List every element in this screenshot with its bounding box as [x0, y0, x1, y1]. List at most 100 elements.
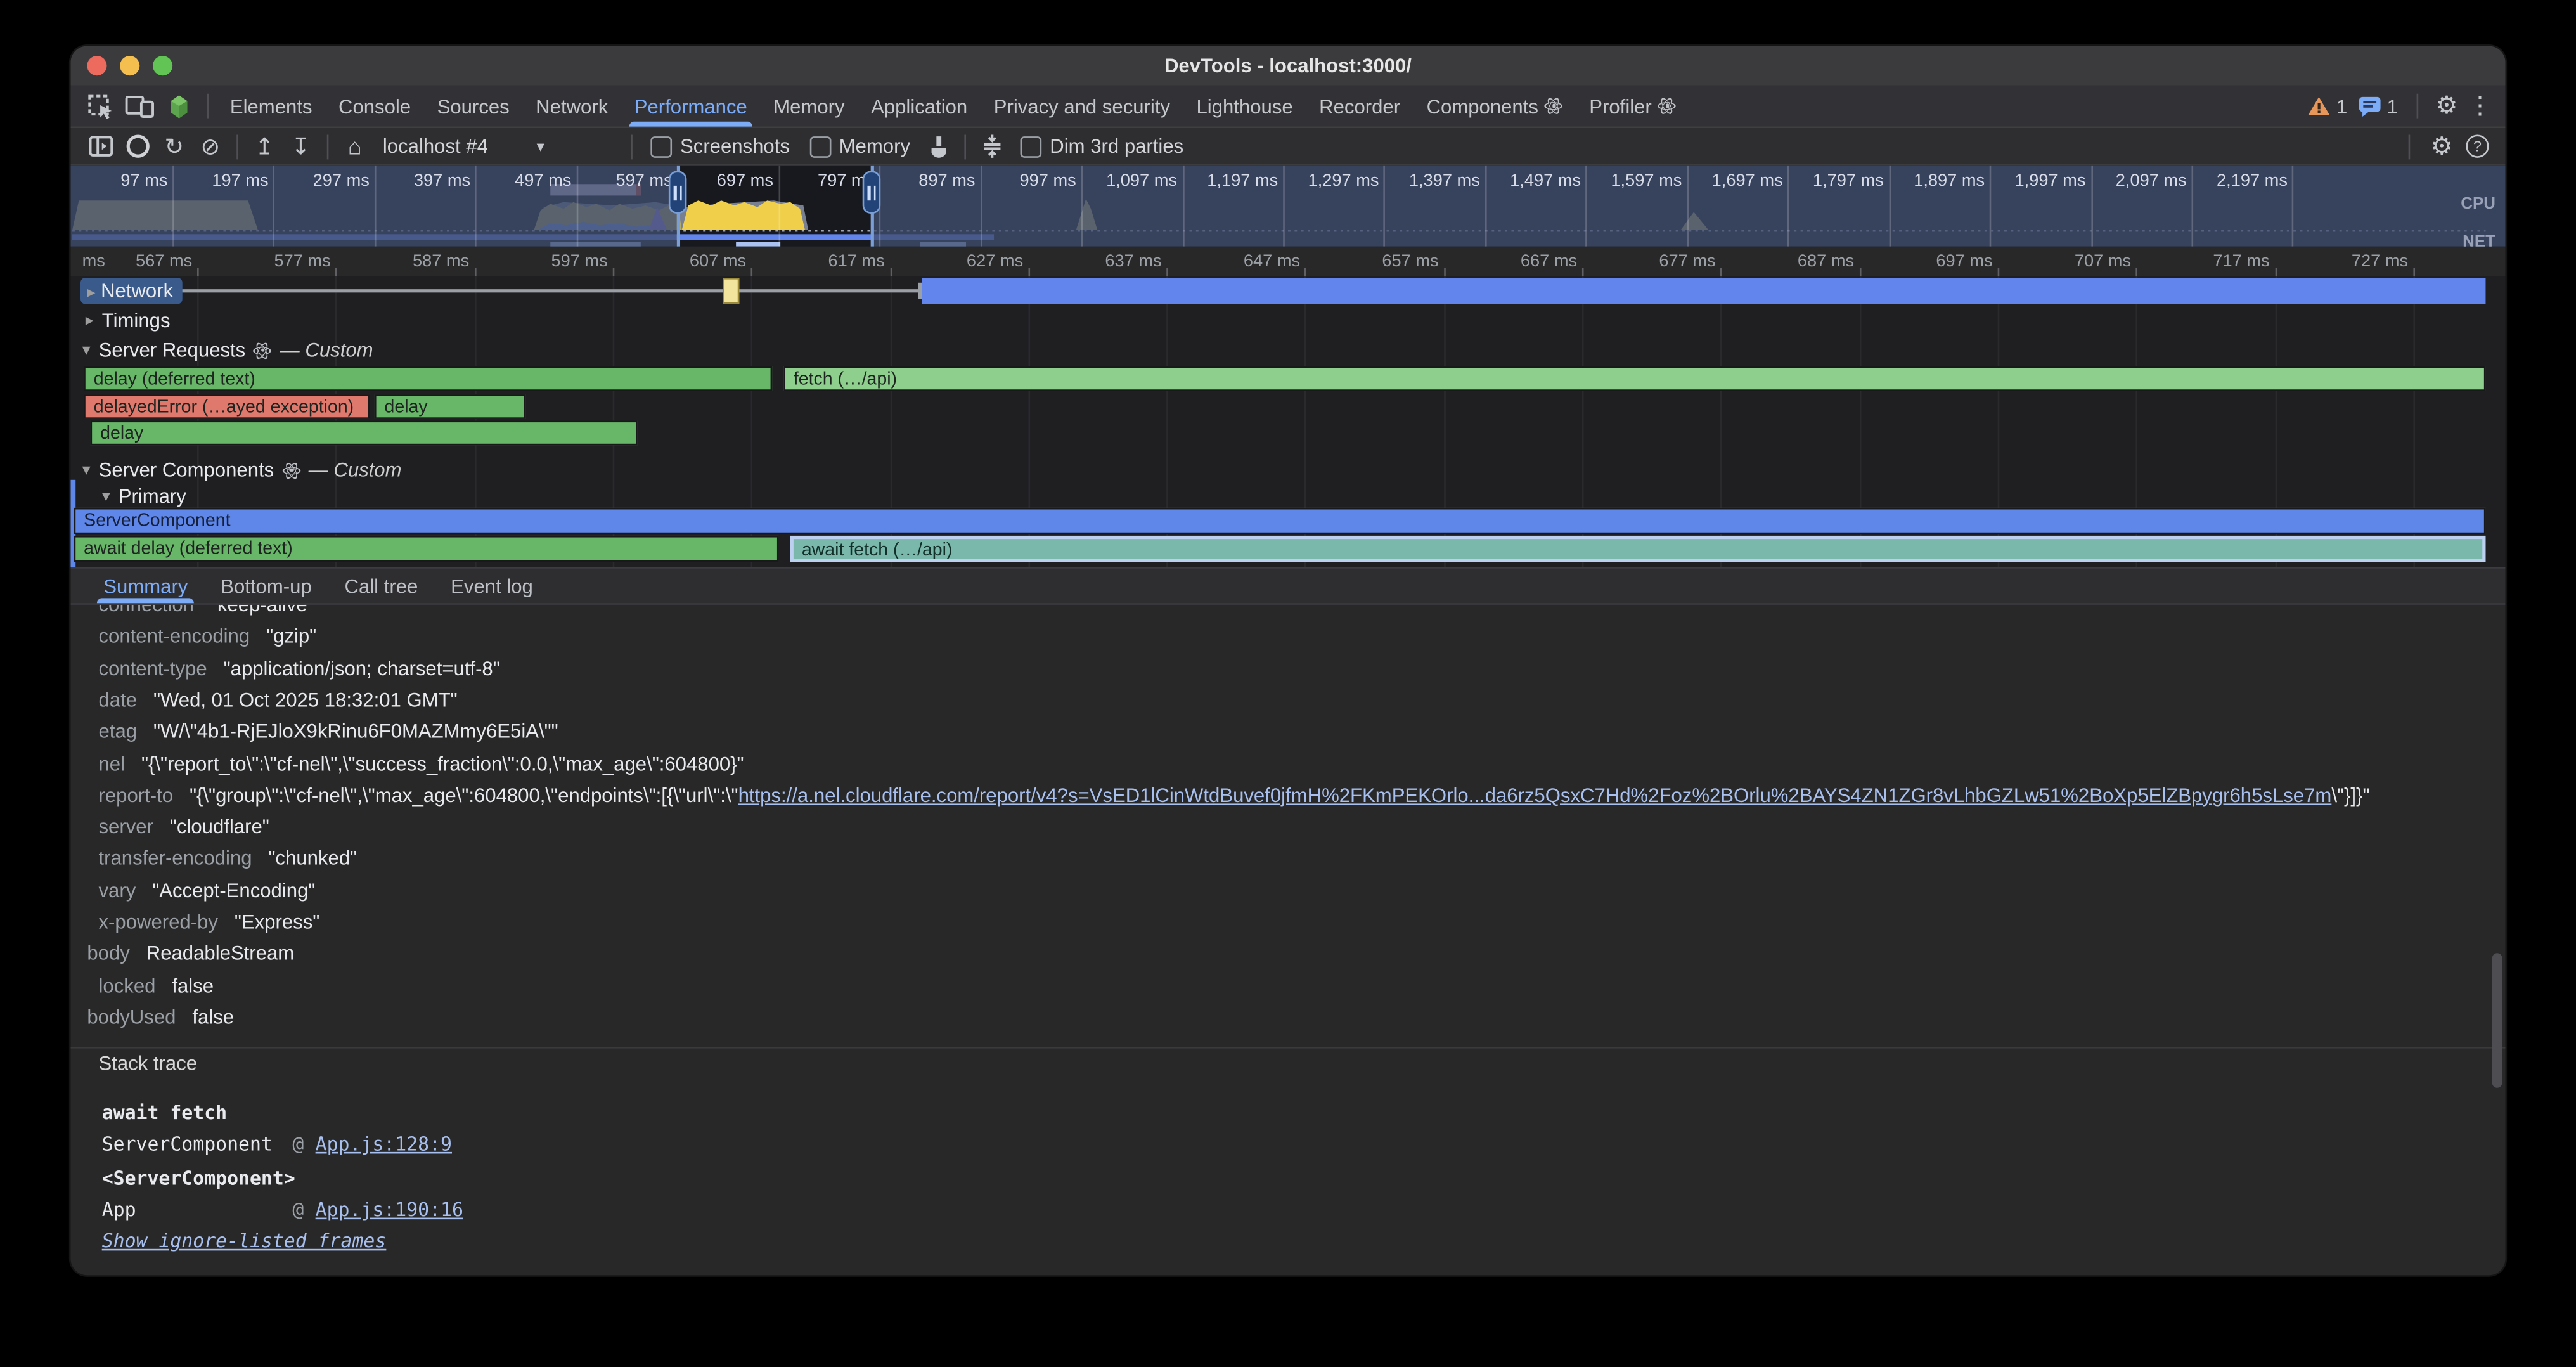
screenshots-toggle[interactable]: Screenshots: [650, 135, 790, 158]
property-key: bodyUsed: [87, 1006, 176, 1028]
network-request-bar[interactable]: [922, 278, 2485, 304]
overview-tick-label: 1,897 ms: [1893, 171, 1985, 191]
ruler-tick-mark: [1582, 268, 1584, 276]
tab-components[interactable]: Components: [1414, 86, 1576, 127]
tab-network[interactable]: Network: [522, 86, 621, 127]
ruler-tick-label: 627 ms: [928, 252, 1023, 271]
track-timings[interactable]: ▸ Timings: [86, 309, 171, 332]
reload-record-icon[interactable]: ↻: [156, 130, 192, 163]
property-row-date: date"Wed, 01 Oct 2025 18:32:01 GMT": [99, 685, 458, 716]
clear-icon[interactable]: ⊘: [192, 130, 228, 163]
warnings-badge[interactable]: 1: [2307, 94, 2347, 117]
ruler-tick-mark: [1720, 268, 1722, 276]
track-server-requests[interactable]: ▾ Server Requests — Custom: [82, 339, 373, 361]
window-title: DevTools - localhost:3000/: [1164, 55, 1412, 77]
close-button[interactable]: [87, 56, 106, 75]
event-bar-delay-deferred-text-[interactable]: delay (deferred text): [84, 366, 772, 391]
main-tab-bar: ElementsConsoleSourcesNetworkPerformance…: [70, 86, 2505, 128]
overview-gridline: [273, 166, 275, 247]
report-to-link[interactable]: https://a.nel.cloudflare.com/report/v4?s…: [738, 784, 2332, 807]
track-network[interactable]: ▸ Network: [80, 278, 183, 304]
overview-gridline: [1586, 166, 1588, 247]
issues-badge[interactable]: 1: [2357, 94, 2398, 117]
flame-chart[interactable]: ▸ Network ▸ Timings ▾ Server Requests — …: [70, 276, 2505, 567]
history-select[interactable]: localhost #4 ▼: [373, 135, 622, 158]
tab-application[interactable]: Application: [858, 86, 981, 127]
screenshots-checkbox[interactable]: [650, 136, 672, 157]
overview-tick-label: 997 ms: [984, 171, 1076, 191]
property-key: nel: [99, 752, 126, 775]
event-bar-delay[interactable]: delay: [91, 421, 638, 446]
divider: [965, 134, 967, 159]
memory-checkbox[interactable]: [809, 136, 831, 157]
load-profile-icon[interactable]: ↥: [247, 130, 283, 163]
event-bar-delay[interactable]: delay: [375, 394, 525, 419]
device-toolbar-icon[interactable]: [120, 88, 159, 124]
tab-performance[interactable]: Performance: [621, 86, 761, 127]
overview-tick-label: 497 ms: [479, 171, 571, 191]
overview-gridline: [1889, 166, 1891, 247]
minimize-button[interactable]: [120, 56, 139, 75]
tab-summary[interactable]: Summary: [87, 569, 204, 603]
tab-call-tree[interactable]: Call tree: [328, 569, 435, 603]
dim-3rd-parties-toggle[interactable]: Dim 3rd parties: [1021, 135, 1184, 158]
summary-details[interactable]: connection"keep-alive"content-encoding"g…: [70, 605, 2505, 1047]
divider: [327, 134, 329, 159]
save-profile-icon[interactable]: ↧: [283, 130, 319, 163]
event-bar-fetch-api-[interactable]: fetch (…/api): [783, 366, 2485, 391]
capture-settings-gear-icon[interactable]: ⚙: [2431, 134, 2453, 159]
tab-profiler[interactable]: Profiler: [1576, 86, 1690, 127]
source-location-link[interactable]: App.js:190:16: [316, 1198, 463, 1221]
timeline-ruler[interactable]: ms 567 ms577 ms587 ms597 ms607 ms617 ms6…: [70, 247, 2505, 278]
show-ignore-listed-link[interactable]: Show ignore-listed frames: [102, 1229, 387, 1252]
garbage-collect-icon[interactable]: [920, 130, 956, 163]
extension-icon[interactable]: [159, 88, 198, 124]
kebab-menu-icon[interactable]: ⋮: [2468, 94, 2492, 119]
event-bar-selected-await-fetch-api-[interactable]: await fetch (…/api): [790, 536, 2486, 562]
scrollbar-thumb[interactable]: [2492, 953, 2502, 1088]
property-value: ReadableStream: [146, 942, 294, 965]
ruler-tick-mark: [612, 268, 614, 276]
tab-elements[interactable]: Elements: [217, 86, 325, 127]
group-primary[interactable]: ▾ Primary: [102, 485, 186, 508]
network-request-marker[interactable]: [723, 278, 739, 304]
inspect-icon[interactable]: [80, 88, 120, 124]
home-icon[interactable]: ⌂: [337, 130, 373, 163]
selection-handle-left[interactable]: [669, 171, 687, 214]
tab-privacy-and-security[interactable]: Privacy and security: [981, 86, 1183, 127]
memory-toggle[interactable]: Memory: [809, 135, 910, 158]
tab-sources[interactable]: Sources: [424, 86, 523, 127]
ruler-tick-label: 697 ms: [1897, 252, 1992, 271]
overview-gridline: [1081, 166, 1083, 247]
tab-recorder[interactable]: Recorder: [1306, 86, 1413, 127]
record-button[interactable]: [120, 130, 156, 163]
event-bar-servercomponent[interactable]: ServerComponent: [74, 508, 2486, 534]
screen: DevTools - localhost:3000/ ElementsConso…: [0, 0, 2576, 1367]
selection-handle-right[interactable]: [863, 171, 881, 214]
overview-tick-label: 1,097 ms: [1085, 171, 1177, 191]
property-value: "{\"group\":\"cf-nel\",\"max_age\":60480…: [190, 784, 2369, 807]
toggle-sidebar-icon[interactable]: [84, 130, 120, 163]
timeline-overview[interactable]: 97 ms197 ms297 ms397 ms497 ms597 ms697 m…: [70, 166, 2505, 247]
track-server-components[interactable]: ▾ Server Components — Custom: [82, 458, 402, 481]
tab-bottom-up[interactable]: Bottom-up: [204, 569, 328, 603]
tab-memory[interactable]: Memory: [761, 86, 858, 127]
ruler-tick-mark: [889, 268, 891, 276]
overview-gridline: [1485, 166, 1487, 247]
collapse-tracks-icon[interactable]: [974, 130, 1010, 163]
property-row-transfer-encoding: transfer-encoding"chunked": [99, 844, 357, 875]
tab-lighthouse[interactable]: Lighthouse: [1183, 86, 1306, 127]
tab-event-log[interactable]: Event log: [434, 569, 550, 603]
overview-gridline: [2192, 166, 2194, 247]
settings-gear-icon[interactable]: ⚙: [2436, 94, 2458, 119]
dim-3rd-parties-label: Dim 3rd parties: [1050, 135, 1183, 158]
source-location-link[interactable]: App.js:128:9: [316, 1132, 452, 1155]
zoom-button[interactable]: [153, 56, 172, 75]
event-bar-delayederror-ayed-exception-[interactable]: delayedError (…ayed exception): [84, 394, 370, 419]
dim-3rd-parties-checkbox[interactable]: [1021, 136, 1042, 157]
help-icon[interactable]: ?: [2466, 135, 2489, 158]
overview-gridline: [980, 166, 982, 247]
tab-console[interactable]: Console: [325, 86, 424, 127]
event-bar-await-delay-deferred-text-[interactable]: await delay (deferred text): [74, 536, 779, 562]
overview-gridline: [1990, 166, 1992, 247]
